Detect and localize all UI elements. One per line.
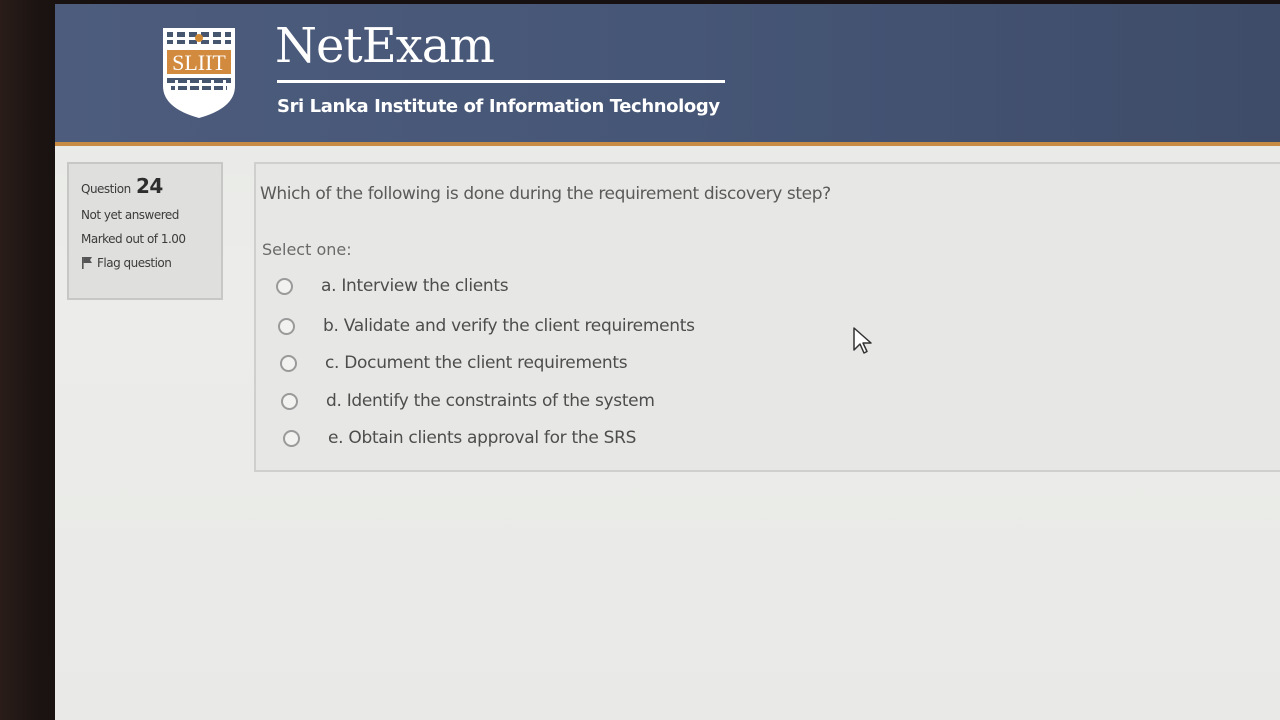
radio-option-a[interactable] — [276, 277, 293, 295]
question-label: Question — [81, 182, 131, 196]
option-e[interactable]: e. Obtain clients approval for the SRS — [283, 428, 636, 448]
page-header: SLIIT NetExam Sri Lanka Institute of Inf… — [55, 4, 1280, 146]
option-b-label: b. Validate and verify the client requir… — [323, 316, 695, 336]
radio-option-e[interactable] — [283, 429, 300, 447]
option-b[interactable]: b. Validate and verify the client requir… — [278, 316, 695, 336]
option-a-label: a. Interview the clients — [321, 276, 509, 296]
institution-name: Sri Lanka Institute of Information Techn… — [277, 96, 720, 117]
radio-option-c[interactable] — [280, 354, 297, 372]
option-c[interactable]: c. Document the client requirements — [280, 353, 628, 373]
option-c-label: c. Document the client requirements — [325, 353, 628, 373]
select-one-prompt: Select one: — [262, 240, 352, 259]
option-a[interactable]: a. Interview the clients — [276, 276, 509, 296]
mouse-pointer-icon — [853, 327, 872, 354]
marks-info: Marked out of 1.00 — [81, 232, 186, 246]
flag-question-label: Flag question — [97, 256, 172, 270]
sliit-shield-icon: SLIIT — [163, 28, 235, 118]
option-e-label: e. Obtain clients approval for the SRS — [328, 428, 637, 448]
answer-status: Not yet answered — [81, 208, 179, 222]
app-title: NetExam — [275, 18, 495, 74]
option-d[interactable]: d. Identify the constraints of the syste… — [281, 391, 655, 411]
question-number: 24 — [136, 174, 163, 198]
question-number-line: Question 24 — [81, 174, 221, 198]
title-divider — [277, 80, 725, 83]
radio-option-d[interactable] — [281, 392, 298, 410]
question-panel: Which of the following is done during th… — [254, 162, 1280, 472]
logo-text: SLIIT — [172, 50, 226, 75]
monitor-bezel: SLIIT NetExam Sri Lanka Institute of Inf… — [0, 0, 1280, 720]
radio-option-b[interactable] — [278, 317, 295, 335]
flag-icon — [82, 257, 92, 269]
browser-screen: SLIIT NetExam Sri Lanka Institute of Inf… — [55, 4, 1280, 720]
question-info-panel: Question 24 Not yet answered Marked out … — [67, 162, 223, 300]
option-d-label: d. Identify the constraints of the syste… — [326, 391, 655, 411]
flag-question-link[interactable]: Flag question — [81, 256, 221, 270]
question-text: Which of the following is done during th… — [260, 184, 831, 204]
